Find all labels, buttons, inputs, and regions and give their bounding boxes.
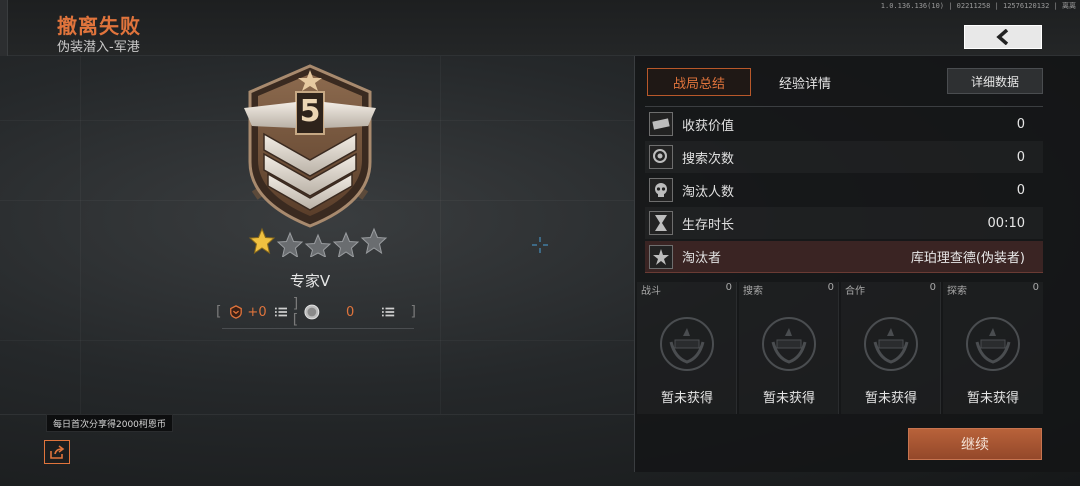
stat-value: 00:10 xyxy=(987,215,1025,231)
divider xyxy=(645,106,1043,107)
top-bar: 撤离失败 伪装潜入-军港 1.0.136.136(10) | 02211258 … xyxy=(0,0,1080,56)
stat-value: 0 xyxy=(1016,116,1025,132)
divider xyxy=(222,328,414,329)
bracket-left: [ xyxy=(216,304,222,320)
crosshair-icon xyxy=(532,237,548,253)
reward-search: 搜索 0 暂未获得 xyxy=(739,282,839,414)
skull-icon xyxy=(649,178,673,202)
reward-status: 暂未获得 xyxy=(762,391,815,406)
list-icon[interactable] xyxy=(274,307,287,317)
stat-row-value: 收获价值 0 xyxy=(645,108,1043,140)
share-icon xyxy=(50,445,65,459)
stat-value: 库珀理查德(伪装者) xyxy=(910,251,1025,266)
star-empty-icon xyxy=(304,233,332,257)
stat-value: 0 xyxy=(1016,149,1025,165)
reward-count: 0 xyxy=(929,282,936,293)
reward-status: 暂未获得 xyxy=(966,391,1019,406)
coin-icon xyxy=(304,304,320,320)
tab-summary[interactable]: 战局总结 xyxy=(647,68,751,96)
reward-cooperation: 合作 0 暂未获得 xyxy=(841,282,941,414)
rank-delta: +0 xyxy=(247,304,267,320)
laurel-badge-icon xyxy=(660,317,714,371)
reward-category: 搜索 xyxy=(743,286,763,297)
emblem-number: 5 xyxy=(299,94,321,129)
reward-category: 战斗 xyxy=(641,286,661,297)
laurel-badge-icon xyxy=(864,317,918,371)
star-empty-icon xyxy=(276,231,304,257)
stat-label: 生存时长 xyxy=(682,217,735,233)
page-title: 撤离失败 xyxy=(57,14,141,38)
build-info: 1.0.136.136(10) | 02211258 | 12576120132… xyxy=(880,2,1076,10)
rank-stats: [ +0 ][ 0 ] xyxy=(216,296,416,328)
rank-name: 专家V xyxy=(289,272,331,290)
chevron-left-icon xyxy=(996,29,1009,45)
stat-row-survival: 生存时长 00:10 xyxy=(645,207,1043,239)
share-button[interactable] xyxy=(44,440,70,464)
rank-stars xyxy=(248,227,388,257)
back-button[interactable] xyxy=(964,25,1042,49)
laurel-badge-icon xyxy=(762,317,816,371)
stat-value: 0 xyxy=(1016,182,1025,198)
mission-name: 伪装潜入-军港 xyxy=(57,40,140,55)
coin-value: 0 xyxy=(346,304,355,320)
stat-row-search: 搜索次数 0 xyxy=(645,141,1043,173)
reward-count: 0 xyxy=(827,282,834,293)
reward-exploration: 探索 0 暂未获得 xyxy=(943,282,1043,414)
hourglass-icon xyxy=(649,211,673,235)
reward-status: 暂未获得 xyxy=(864,391,917,406)
reward-category: 探索 xyxy=(947,286,967,297)
rank-emblem-icon xyxy=(244,64,376,228)
star-empty-icon xyxy=(332,231,360,257)
search-icon xyxy=(649,145,673,169)
continue-button[interactable]: 继续 xyxy=(908,428,1042,460)
stat-row-eliminations: 淘汰人数 0 xyxy=(645,174,1043,206)
rank-points-icon xyxy=(230,305,243,319)
star-filled-icon xyxy=(248,227,276,255)
reward-count: 0 xyxy=(725,282,732,293)
bracket-mid: ][ xyxy=(292,296,299,328)
reward-combat: 战斗 0 暂未获得 xyxy=(637,282,737,414)
reward-category: 合作 xyxy=(845,286,865,297)
stat-row-eliminated-by[interactable]: 淘汰者 库珀理查德(伪装者) xyxy=(645,241,1043,273)
reward-count: 0 xyxy=(1032,282,1039,293)
summary-panel: 战局总结 经验详情 详细数据 收获价值 0 搜索次数 0 淘汰人数 0 生存时长… xyxy=(634,56,1080,472)
stat-label: 搜索次数 xyxy=(682,151,735,167)
laurel-badge-icon xyxy=(966,317,1020,371)
stat-label: 淘汰人数 xyxy=(682,184,735,200)
bracket-right: ] xyxy=(410,304,416,320)
money-icon xyxy=(649,112,673,136)
top-bar-accent xyxy=(0,0,8,56)
list-icon[interactable] xyxy=(382,307,395,317)
share-tip: 每日首次分享得2000柯恩币 xyxy=(46,414,173,432)
reward-status: 暂未获得 xyxy=(660,391,713,406)
stat-label: 收获价值 xyxy=(682,118,735,134)
tab-experience[interactable]: 经验详情 xyxy=(765,68,845,96)
star-empty-icon xyxy=(360,227,388,255)
detail-data-button[interactable]: 详细数据 xyxy=(947,68,1043,94)
star-emblem-icon xyxy=(649,244,673,269)
stat-label: 淘汰者 xyxy=(682,251,722,266)
